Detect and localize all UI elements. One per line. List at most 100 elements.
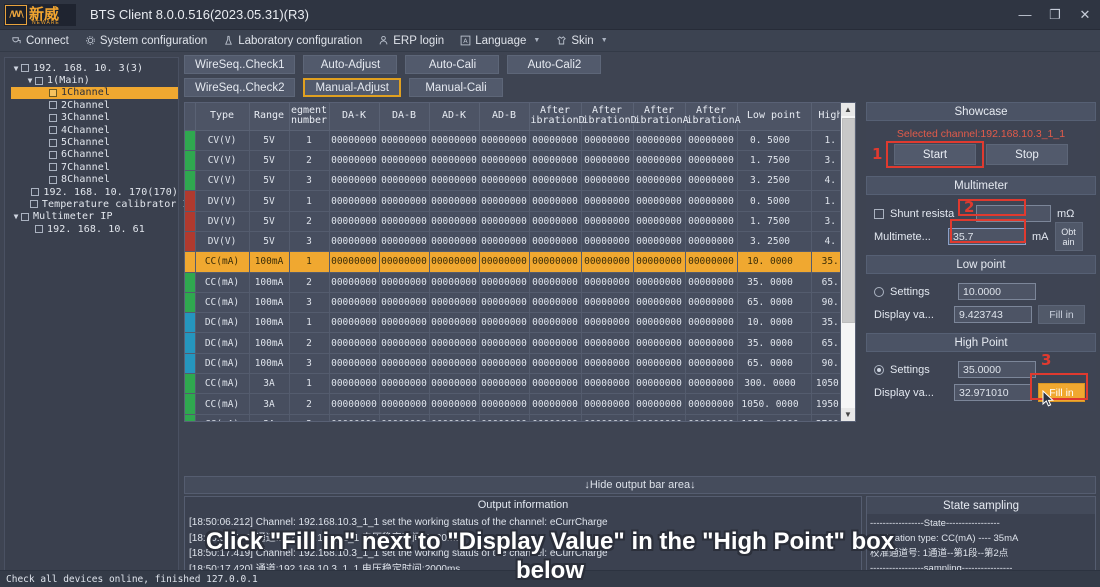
table-cell-dak[interactable]: 00000000	[329, 414, 379, 422]
table-cell-a3[interactable]: 00000000	[633, 414, 685, 422]
table-cell-a4[interactable]: 00000000	[685, 171, 737, 191]
table-cell-a4[interactable]: 00000000	[685, 252, 737, 272]
tree-node[interactable]: ▼2Channel	[11, 99, 178, 111]
hide-output-bar-button[interactable]: ↓Hide output bar area↓	[184, 476, 1096, 494]
table-cell-dab[interactable]: 00000000	[379, 130, 429, 150]
tree-node-checkbox[interactable]	[35, 225, 43, 233]
table-cell-a3[interactable]: 00000000	[633, 272, 685, 292]
table-cell-dab[interactable]: 00000000	[379, 211, 429, 231]
tree-node-checkbox[interactable]	[49, 114, 57, 122]
table-row[interactable]: CC(mA)100mA10000000000000000000000000000…	[185, 252, 856, 272]
table-cell-adk[interactable]: 00000000	[429, 414, 479, 422]
table-cell-a3[interactable]: 00000000	[633, 231, 685, 251]
tab-auto-cali[interactable]: Auto-Cali	[405, 55, 499, 74]
low-point-settings-input[interactable]: 10.0000	[958, 283, 1036, 300]
table-cell-dab[interactable]: 00000000	[379, 231, 429, 251]
table-cell-range[interactable]: 5V	[249, 171, 289, 191]
table-cell-adk[interactable]: 00000000	[429, 313, 479, 333]
table-cell-a2[interactable]: 00000000	[581, 252, 633, 272]
tree-node[interactable]: ▼192. 168. 10. 61	[11, 223, 178, 235]
table-cell-a3[interactable]: 00000000	[633, 171, 685, 191]
table-cell-adk[interactable]: 00000000	[429, 191, 479, 211]
tree-node[interactable]: ▼192. 168. 10. 170(170)	[11, 186, 178, 198]
table-cell-adb[interactable]: 00000000	[479, 272, 529, 292]
table-column-header[interactable]: After ibrationD	[581, 103, 633, 130]
table-cell-adb[interactable]: 00000000	[479, 374, 529, 394]
table-cell-a1[interactable]: 00000000	[529, 353, 581, 373]
tree-node-checkbox[interactable]	[31, 188, 39, 196]
chevron-down-icon[interactable]: ▼	[11, 64, 21, 73]
table-cell-a3[interactable]: 00000000	[633, 211, 685, 231]
scroll-down-icon[interactable]: ▼	[841, 408, 855, 421]
tree-node-checkbox[interactable]	[35, 77, 43, 85]
scrollbar-track[interactable]	[841, 116, 855, 408]
tab-manual-cali[interactable]: Manual-Cali	[409, 78, 503, 97]
table-cell-a1[interactable]: 00000000	[529, 211, 581, 231]
table-column-header[interactable]: Low point	[737, 103, 811, 130]
table-cell-adb[interactable]: 00000000	[479, 171, 529, 191]
stop-button[interactable]: Stop	[986, 144, 1068, 165]
table-cell-dab[interactable]: 00000000	[379, 292, 429, 312]
table-row[interactable]: CC(mA)100mA20000000000000000000000000000…	[185, 272, 856, 292]
table-cell-adk[interactable]: 00000000	[429, 211, 479, 231]
table-cell-segment[interactable]: 1	[289, 313, 329, 333]
table-cell-a4[interactable]: 00000000	[685, 130, 737, 150]
table-cell-a3[interactable]: 00000000	[633, 313, 685, 333]
table-cell-segment[interactable]: 1	[289, 374, 329, 394]
table-cell-a2[interactable]: 00000000	[581, 292, 633, 312]
table-cell-adk[interactable]: 00000000	[429, 353, 479, 373]
table-cell-adb[interactable]: 00000000	[479, 211, 529, 231]
table-cell-range[interactable]: 5V	[249, 211, 289, 231]
table-cell-adk[interactable]: 00000000	[429, 333, 479, 353]
table-cell-adk[interactable]: 00000000	[429, 374, 479, 394]
table-cell-dak[interactable]: 00000000	[329, 150, 379, 170]
table-column-header[interactable]: egment number	[289, 103, 329, 130]
tree-node[interactable]: ▼1(Main)	[11, 74, 178, 86]
table-scrollbar[interactable]: ▲ ▼	[840, 103, 855, 421]
table-row[interactable]: CC(mA)3A20000000000000000000000000000000…	[185, 394, 856, 414]
table-cell-a2[interactable]: 00000000	[581, 231, 633, 251]
table-cell-dak[interactable]: 00000000	[329, 231, 379, 251]
table-cell-dak[interactable]: 00000000	[329, 171, 379, 191]
table-cell-low[interactable]: 10. 0000	[737, 252, 811, 272]
low-point-settings-radio[interactable]	[874, 287, 884, 297]
table-row[interactable]: DC(mA)100mA10000000000000000000000000000…	[185, 313, 856, 333]
menu-connect[interactable]: Connect	[4, 30, 76, 52]
tree-node[interactable]: ▼1Channel	[11, 87, 178, 99]
menu-language[interactable]: A Language ▼	[453, 30, 547, 52]
table-cell-a4[interactable]: 00000000	[685, 414, 737, 422]
table-cell-a3[interactable]: 00000000	[633, 353, 685, 373]
table-cell-type[interactable]: DV(V)	[195, 191, 249, 211]
table-cell-adb[interactable]: 00000000	[479, 292, 529, 312]
table-cell-dak[interactable]: 00000000	[329, 130, 379, 150]
table-cell-range[interactable]: 100mA	[249, 313, 289, 333]
table-cell-a3[interactable]: 00000000	[633, 130, 685, 150]
table-cell-adk[interactable]: 00000000	[429, 130, 479, 150]
table-cell-segment[interactable]: 3	[289, 171, 329, 191]
table-cell-low[interactable]: 1. 7500	[737, 211, 811, 231]
table-cell-a2[interactable]: 00000000	[581, 414, 633, 422]
table-cell-type[interactable]: CC(mA)	[195, 414, 249, 422]
device-tree[interactable]: ▼192. 168. 10. 3(3)▼1(Main)▼1Channel▼2Ch…	[5, 58, 178, 235]
table-cell-a2[interactable]: 00000000	[581, 394, 633, 414]
table-column-header[interactable]: Type	[195, 103, 249, 130]
table-cell-dak[interactable]: 00000000	[329, 272, 379, 292]
table-cell-segment[interactable]: 1	[289, 252, 329, 272]
high-point-display-input[interactable]: 32.971010	[954, 384, 1032, 401]
table-cell-range[interactable]: 100mA	[249, 272, 289, 292]
table-cell-a3[interactable]: 00000000	[633, 150, 685, 170]
table-cell-dab[interactable]: 00000000	[379, 313, 429, 333]
table-cell-a1[interactable]: 00000000	[529, 394, 581, 414]
chevron-down-icon[interactable]: ▼	[25, 76, 35, 85]
low-point-display-input[interactable]: 9.423743	[954, 306, 1032, 323]
table-cell-low[interactable]: 0. 5000	[737, 130, 811, 150]
table-cell-adb[interactable]: 00000000	[479, 150, 529, 170]
table-cell-adb[interactable]: 00000000	[479, 414, 529, 422]
tree-node[interactable]: ▼7Channel	[11, 161, 178, 173]
table-column-header[interactable]: Range	[249, 103, 289, 130]
table-cell-dak[interactable]: 00000000	[329, 394, 379, 414]
maximize-icon[interactable]: ❐	[1040, 0, 1070, 30]
table-cell-range[interactable]: 100mA	[249, 333, 289, 353]
table-cell-a4[interactable]: 00000000	[685, 211, 737, 231]
table-cell-range[interactable]: 5V	[249, 130, 289, 150]
